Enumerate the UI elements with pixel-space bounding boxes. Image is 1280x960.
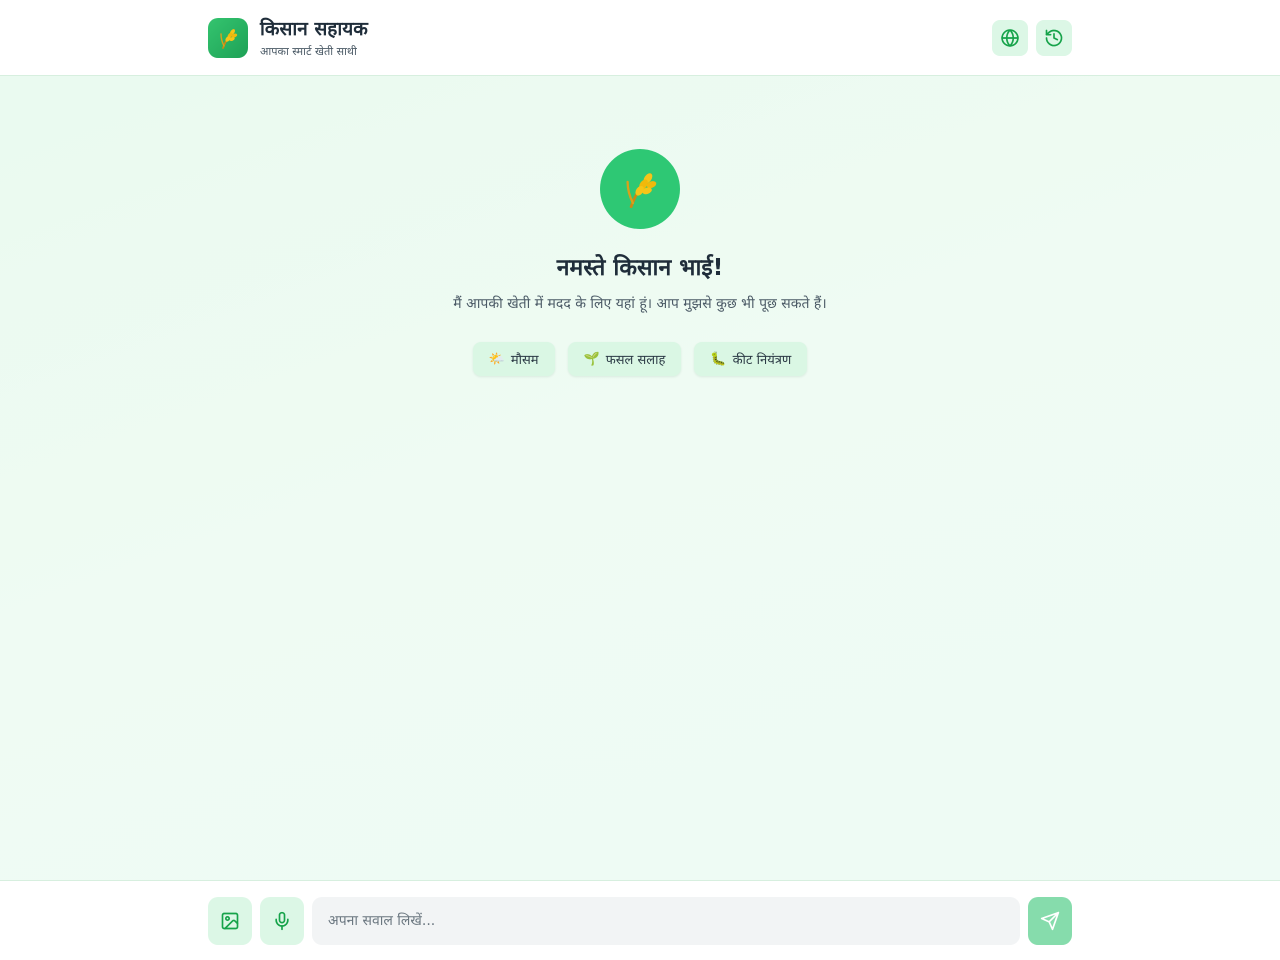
language-button[interactable] xyxy=(992,20,1028,56)
question-input[interactable] xyxy=(312,897,1020,945)
bug-icon: 🐛 xyxy=(710,351,727,367)
send-icon xyxy=(1040,911,1060,931)
chip-label: कीट नियंत्रण xyxy=(732,353,792,368)
app-logo xyxy=(208,18,248,58)
history-button[interactable] xyxy=(1036,20,1072,56)
assistant-avatar xyxy=(600,149,680,229)
voice-input-button[interactable] xyxy=(260,897,304,945)
upload-image-button[interactable] xyxy=(208,897,252,945)
chip-label: फसल सलाह xyxy=(605,353,666,368)
composer-bar xyxy=(0,880,1280,960)
suggestion-chips: 🌤️ मौसम 🌱 फसल सलाह 🐛 कीट नियंत्रण xyxy=(0,342,1280,376)
chip-label: मौसम xyxy=(510,353,539,368)
globe-icon xyxy=(1001,29,1019,47)
history-icon xyxy=(1045,29,1063,47)
app-subtitle: आपका स्मार्ट खेती साथी xyxy=(260,45,357,58)
app-title: किसान सहायक xyxy=(260,18,368,40)
question-input-wrapper xyxy=(312,897,1020,945)
app-header: किसान सहायक आपका स्मार्ट खेती साथी xyxy=(0,0,1280,76)
microphone-icon xyxy=(275,911,289,931)
chip-crop-advice[interactable]: 🌱 फसल सलाह xyxy=(567,342,682,376)
welcome-title: नमस्ते किसान भाई! xyxy=(556,255,724,281)
image-icon xyxy=(221,912,239,930)
chip-weather[interactable]: 🌤️ मौसम xyxy=(472,342,555,376)
sun-cloud-icon: 🌤️ xyxy=(488,351,505,367)
send-button[interactable] xyxy=(1028,897,1072,945)
welcome-subtitle: मैं आपकी खेती में मदद के लिए यहां हूं। आ… xyxy=(453,296,827,312)
rice-sheaf-icon xyxy=(220,29,238,49)
seedling-icon: 🌱 xyxy=(583,351,600,367)
rice-sheaf-icon xyxy=(626,173,657,209)
chip-pest-control[interactable]: 🐛 कीट नियंत्रण xyxy=(694,342,808,376)
